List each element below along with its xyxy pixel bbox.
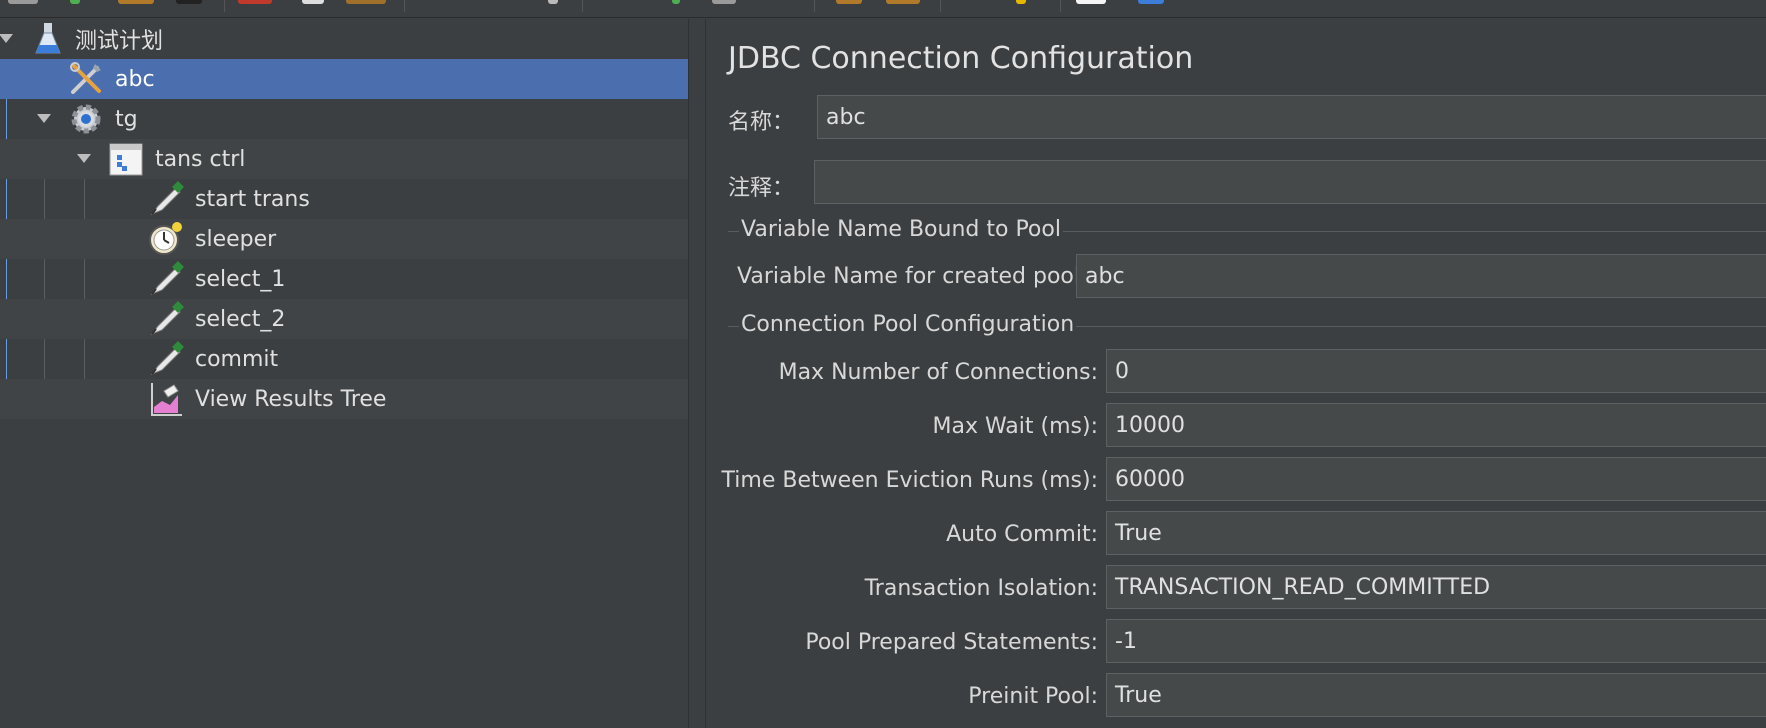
tree-item-select-2[interactable]: select_2 bbox=[0, 299, 688, 339]
tree-item-label: tans ctrl bbox=[155, 146, 246, 172]
name-label: 名称： bbox=[728, 110, 795, 135]
tree-item-sleeper[interactable]: sleeper bbox=[0, 219, 688, 259]
max-connections-value: 0 bbox=[1115, 358, 1129, 384]
eviction-runs-label: Time Between Eviction Runs (ms): bbox=[721, 468, 1098, 493]
tree-item-label: 测试计划 bbox=[75, 29, 164, 54]
jdbc-request-pen-icon bbox=[148, 181, 184, 217]
splitter-edge bbox=[688, 19, 689, 728]
tree-item-label: select_2 bbox=[195, 306, 286, 332]
transaction-isolation-select[interactable]: TRANSACTION_READ_COMMITTED bbox=[1106, 565, 1766, 609]
toolbar-separator bbox=[404, 0, 405, 12]
tree-item-view-results-tree[interactable]: View Results Tree bbox=[0, 379, 688, 419]
toolbar-search-icon[interactable] bbox=[1016, 0, 1026, 4]
jdbc-request-pen-icon bbox=[148, 261, 184, 297]
tree-item-label: select_1 bbox=[195, 266, 286, 292]
pane-splitter[interactable] bbox=[688, 19, 706, 728]
jdbc-config-tools-icon bbox=[68, 61, 104, 97]
max-wait-value: 10000 bbox=[1115, 412, 1185, 438]
pool-prepared-statements-label: Pool Prepared Statements: bbox=[805, 630, 1098, 655]
page-title: JDBC Connection Configuration bbox=[728, 41, 1194, 76]
pool-prepared-statements-value: -1 bbox=[1115, 628, 1137, 654]
name-field-value: abc bbox=[826, 104, 866, 130]
toolbar-separator bbox=[582, 0, 583, 12]
max-wait-label: Max Wait (ms): bbox=[932, 414, 1098, 439]
test-plan-tree: 测试计划 abc tg tans ctrl start trans sleepe… bbox=[0, 19, 688, 728]
toolbar-stop-icon[interactable] bbox=[712, 0, 736, 4]
toolbar-clear-icon[interactable] bbox=[836, 0, 862, 4]
max-wait-field[interactable]: 10000 bbox=[1106, 403, 1766, 447]
toolbar-cut-icon[interactable] bbox=[238, 0, 272, 4]
toolbar-start-icon[interactable] bbox=[672, 0, 680, 4]
expand-arrow-icon[interactable] bbox=[77, 154, 91, 163]
transaction-isolation-label: Transaction Isolation: bbox=[864, 576, 1098, 601]
var-name-field-value: abc bbox=[1085, 263, 1125, 289]
preinit-pool-label: Preinit Pool: bbox=[968, 684, 1098, 709]
toolbar-separator bbox=[1060, 0, 1061, 12]
toolbar-save-icon[interactable] bbox=[176, 0, 202, 4]
toolbar-template-icon[interactable] bbox=[70, 0, 80, 4]
tree-item-select-1[interactable]: select_1 bbox=[0, 259, 688, 299]
toolbar-separator bbox=[814, 0, 815, 12]
toolbar bbox=[0, 0, 1766, 18]
tree-item-label: tg bbox=[115, 106, 138, 132]
transaction-isolation-value: TRANSACTION_READ_COMMITTED bbox=[1115, 574, 1491, 600]
auto-commit-value: True bbox=[1115, 520, 1162, 546]
max-connections-field[interactable]: 0 bbox=[1106, 349, 1766, 393]
toolbar-open-icon[interactable] bbox=[118, 0, 154, 4]
tree-item-transaction-controller[interactable]: tans ctrl bbox=[0, 139, 688, 179]
tree-item-jdbc-config[interactable]: abc bbox=[0, 59, 688, 99]
eviction-runs-value: 60000 bbox=[1115, 466, 1185, 492]
tree-item-commit[interactable]: commit bbox=[0, 339, 688, 379]
preinit-pool-select[interactable]: True bbox=[1106, 673, 1766, 717]
tree-item-label: View Results Tree bbox=[195, 386, 387, 412]
auto-commit-select[interactable]: True bbox=[1106, 511, 1766, 555]
name-field[interactable]: abc bbox=[817, 95, 1766, 139]
toolbar-copy-icon[interactable] bbox=[302, 0, 324, 4]
test-plan-flask-icon bbox=[30, 21, 66, 57]
timer-stopwatch-icon bbox=[148, 221, 184, 257]
tree-item-start-trans[interactable]: start trans bbox=[0, 179, 688, 219]
tree-item-label: commit bbox=[195, 346, 279, 372]
tree-item-label: sleeper bbox=[195, 226, 277, 252]
toolbar-help-icon[interactable] bbox=[1138, 0, 1164, 4]
eviction-runs-field[interactable]: 60000 bbox=[1106, 457, 1766, 501]
var-name-label: Variable Name for created pool: bbox=[737, 264, 1088, 289]
expand-arrow-icon[interactable] bbox=[0, 34, 13, 43]
jdbc-config-panel: JDBC Connection Configuration 名称： abc 注释… bbox=[706, 19, 1766, 728]
tree-item-label: start trans bbox=[195, 186, 310, 212]
toolbar-separator bbox=[940, 0, 941, 12]
comment-field[interactable] bbox=[814, 160, 1766, 204]
var-name-field[interactable]: abc bbox=[1076, 254, 1766, 298]
tree-item-thread-group[interactable]: tg bbox=[0, 99, 688, 139]
thread-group-gear-icon bbox=[68, 101, 104, 137]
toolbar-function-icon[interactable] bbox=[1076, 0, 1106, 4]
toolbar-separator bbox=[224, 0, 225, 12]
tree-item-label: abc bbox=[115, 66, 155, 92]
auto-commit-label: Auto Commit: bbox=[946, 522, 1098, 547]
listener-chart-icon bbox=[148, 381, 184, 417]
pool-prepared-statements-field[interactable]: -1 bbox=[1106, 619, 1766, 663]
jdbc-request-pen-icon bbox=[148, 341, 184, 377]
max-connections-label: Max Number of Connections: bbox=[778, 360, 1098, 385]
jdbc-request-pen-icon bbox=[148, 301, 184, 337]
expand-arrow-icon[interactable] bbox=[37, 114, 51, 123]
comment-label: 注释： bbox=[728, 176, 795, 201]
toolbar-paste-icon[interactable] bbox=[346, 0, 386, 4]
toolbar-clear-all-icon[interactable] bbox=[886, 0, 920, 4]
transaction-controller-icon bbox=[108, 141, 144, 177]
tree-item-test-plan[interactable]: 测试计划 bbox=[0, 19, 688, 59]
toolbar-expand-icon[interactable] bbox=[548, 0, 558, 4]
preinit-pool-value: True bbox=[1115, 682, 1162, 708]
toolbar-new-icon[interactable] bbox=[8, 0, 38, 4]
section-title-pool: Connection Pool Configuration bbox=[739, 312, 1077, 337]
section-title-variable: Variable Name Bound to Pool bbox=[739, 217, 1063, 242]
